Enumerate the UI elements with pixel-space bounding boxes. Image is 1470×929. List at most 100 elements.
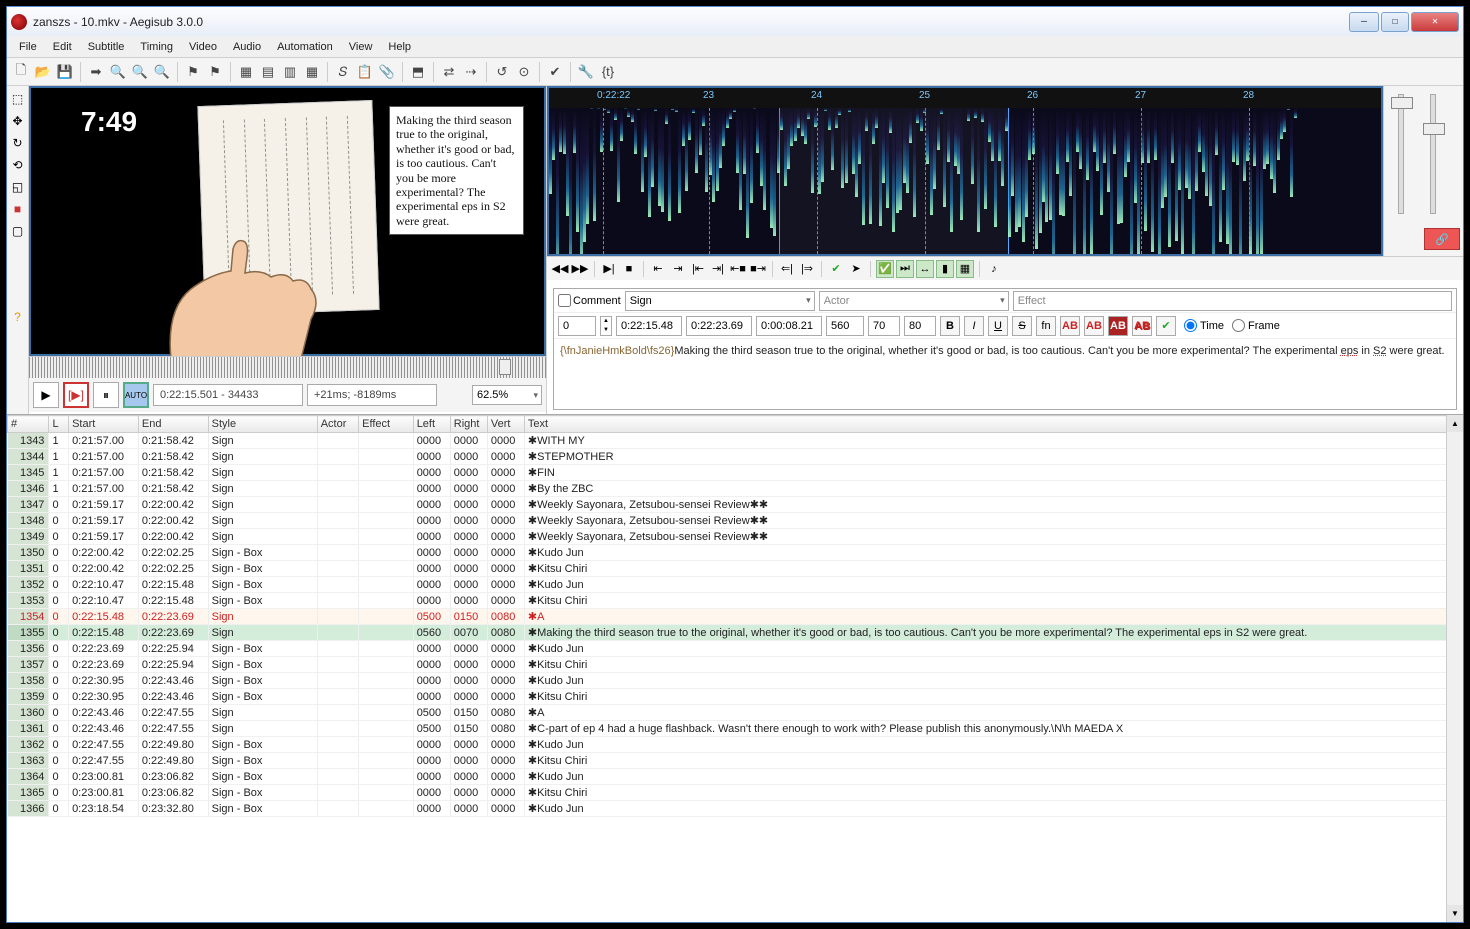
video-seek-bar[interactable] [29,356,546,378]
style-mgr-icon[interactable]: 🔍 [130,62,150,82]
time-radio[interactable]: Time [1184,319,1224,332]
col-style[interactable]: Style [208,416,317,433]
margin-r-field[interactable]: 70 [868,316,900,336]
effect-field[interactable]: Effect [1013,291,1452,311]
table-row[interactable]: 134800:21:59.170:22:00.42Sign00000000000… [8,513,1463,529]
play-after-icon[interactable]: ■⇥ [749,260,767,278]
font-button[interactable]: fn [1036,316,1056,336]
style-asst-icon[interactable]: 𝑆 [333,62,353,82]
col-l[interactable]: L [49,416,69,433]
table-row[interactable]: 136400:23:00.810:23:06.82Sign - Box00000… [8,769,1463,785]
table-row[interactable]: 135100:22:00.420:22:02.25Sign - Box00000… [8,561,1463,577]
table-row[interactable]: 135700:22:23.690:22:25.94Sign - Box00000… [8,657,1463,673]
vclip-icon[interactable]: ▢ [9,222,27,240]
translate-icon[interactable]: ⬒ [408,62,428,82]
table-row[interactable]: 134510:21:57.000:21:58.42Sign00000000000… [8,465,1463,481]
grid-scrollbar[interactable]: ▲▼ [1446,415,1463,922]
menu-view[interactable]: View [341,39,381,55]
tags-icon[interactable]: {t} [598,62,618,82]
opts-icon[interactable]: 🔧 [576,62,596,82]
menu-help[interactable]: Help [380,39,419,55]
table-row[interactable]: 135200:22:10.470:22:15.48Sign - Box00000… [8,577,1463,593]
menu-video[interactable]: Video [181,39,225,55]
standard-icon[interactable]: ⬚ [9,90,27,108]
scale-icon[interactable]: ◱ [9,178,27,196]
table-row[interactable]: 134610:21:57.000:21:58.42Sign00000000000… [8,481,1463,497]
menu-edit[interactable]: Edit [45,39,80,55]
spell-icon[interactable]: ✔ [545,62,565,82]
duration-field[interactable]: 0:00:08.21 [756,316,822,336]
table-row[interactable]: 135600:22:23.690:22:25.94Sign - Box00000… [8,641,1463,657]
lead-out-icon[interactable]: |⇒ [798,260,816,278]
resample-icon[interactable]: ↺ [492,62,512,82]
table-row[interactable]: 135000:22:00.420:22:02.25Sign - Box00000… [8,545,1463,561]
table-row[interactable]: 134310:21:57.000:21:58.42Sign00000000000… [8,433,1463,449]
play-last-icon[interactable]: ⇥| [709,260,727,278]
commit-icon[interactable]: ✔ [827,260,845,278]
col-effect[interactable]: Effect [359,416,414,433]
margin-v-field[interactable]: 80 [904,316,936,336]
table-row[interactable]: 136100:22:43.460:22:47.55Sign05000150008… [8,721,1463,737]
prev-icon[interactable]: ◀◀ [551,260,569,278]
sort2-icon[interactable]: ▥ [280,62,300,82]
kanji-icon[interactable]: ⇄ [439,62,459,82]
actor-combo[interactable]: Actor [819,291,1009,311]
table-row[interactable]: 135400:22:15.480:22:23.69Sign05000150008… [8,609,1463,625]
color3-button[interactable]: AB [1108,316,1128,336]
attach-icon[interactable]: 🔍 [152,62,172,82]
layer-field[interactable]: 0 [558,316,596,336]
table-row[interactable]: 136500:23:00.810:23:06.82Sign - Box00000… [8,785,1463,801]
menu-audio[interactable]: Audio [225,39,269,55]
shift-icon[interactable]: ▦ [236,62,256,82]
timing-icon[interactable]: ⊙ [514,62,534,82]
stop-icon[interactable]: ■ [620,260,638,278]
table-row[interactable]: 136000:22:43.460:22:47.55Sign05000150008… [8,705,1463,721]
fonts-icon[interactable]: 📎 [377,62,397,82]
menu-subtitle[interactable]: Subtitle [80,39,133,55]
lead-in-icon[interactable]: ⇐| [778,260,796,278]
style-combo[interactable]: Sign [625,291,815,311]
table-row[interactable]: 136300:22:47.550:22:49.80Sign - Box00000… [8,753,1463,769]
autoscroll-button[interactable]: AUTO [123,382,149,408]
next-icon[interactable]: ▶▶ [571,260,589,278]
medusa-icon[interactable]: ▦ [956,260,974,278]
play-sel-icon[interactable]: ▶| [600,260,618,278]
table-row[interactable]: 134900:21:59.170:22:00.42Sign00000000000… [8,529,1463,545]
vert-zoom-slider[interactable] [1423,123,1445,135]
col-text[interactable]: Text [524,416,1462,433]
video-jump-icon[interactable]: ➡ [86,62,106,82]
spectrum-icon[interactable]: ▮ [936,260,954,278]
frame-radio[interactable]: Frame [1232,319,1280,332]
audio-spectrogram[interactable]: 0:22:22 23 24 25 26 27 28 [547,86,1383,256]
drag-icon[interactable]: ✥ [9,112,27,130]
color2-button[interactable]: AB [1084,316,1104,336]
play-500b-icon[interactable]: ⇤ [649,260,667,278]
play-500a-icon[interactable]: ⇥ [669,260,687,278]
props-icon[interactable]: ⚑ [183,62,203,82]
horiz-zoom-slider[interactable] [1391,97,1413,109]
help-icon[interactable]: ? [9,308,27,326]
underline-button[interactable]: U [988,316,1008,336]
color4-button[interactable]: AB [1132,316,1152,336]
play-line-button[interactable]: [▶] [63,382,89,408]
commit-button[interactable]: ✔ [1156,316,1176,336]
menu-timing[interactable]: Timing [132,39,181,55]
clip-icon[interactable]: ■ [9,200,27,218]
col-actor[interactable]: Actor [317,416,358,433]
shift-times-icon[interactable]: 🔍 [108,62,128,82]
col-#[interactable]: # [8,416,49,433]
layer-up[interactable]: ▲ [601,317,611,326]
table-row[interactable]: 135500:22:15.480:22:23.69Sign05600070008… [8,625,1463,641]
table-row[interactable]: 135900:22:30.950:22:43.46Sign - Box00000… [8,689,1463,705]
layer-down[interactable]: ▼ [601,326,611,335]
rot-z-icon[interactable]: ↻ [9,134,27,152]
seek-thumb[interactable] [499,359,511,375]
col-end[interactable]: End [138,416,208,433]
save-icon[interactable]: 💾 [55,62,75,82]
subtitle-text-field[interactable]: {\fnJanieHmkBold\fs26}Making the third s… [554,339,1456,409]
italic-button[interactable]: I [964,316,984,336]
col-vert[interactable]: Vert [487,416,524,433]
open-icon[interactable]: 📂 [33,62,53,82]
styles-icon[interactable]: ⚑ [205,62,225,82]
table-row[interactable]: 134410:21:57.000:21:58.42Sign00000000000… [8,449,1463,465]
